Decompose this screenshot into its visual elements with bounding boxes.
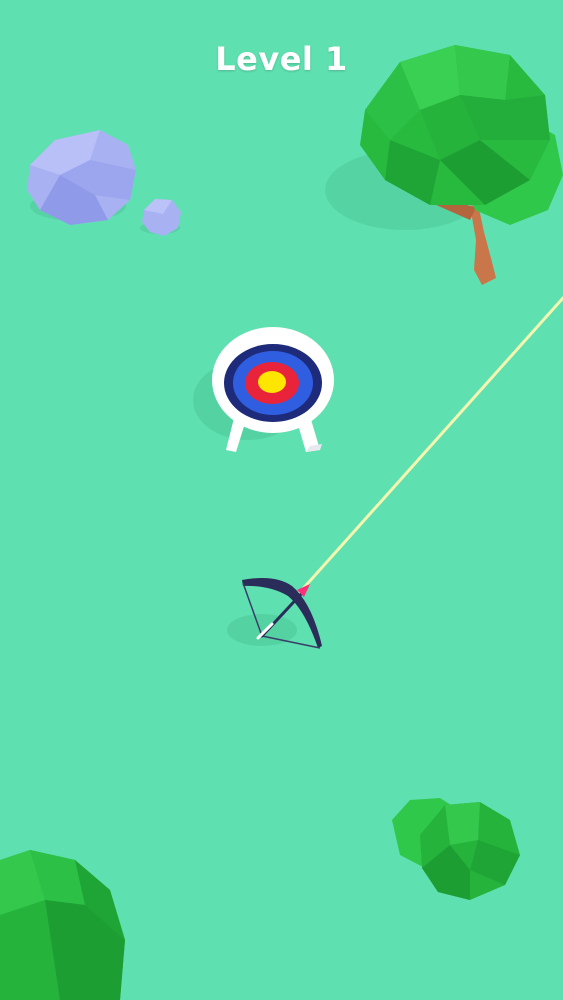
game-world[interactable]: [0, 0, 563, 1000]
target-bullseye: [258, 371, 286, 393]
level-indicator: Level 1: [215, 40, 348, 78]
game-scene[interactable]: Level 1: [0, 0, 563, 1000]
bush-facet: [445, 802, 480, 845]
